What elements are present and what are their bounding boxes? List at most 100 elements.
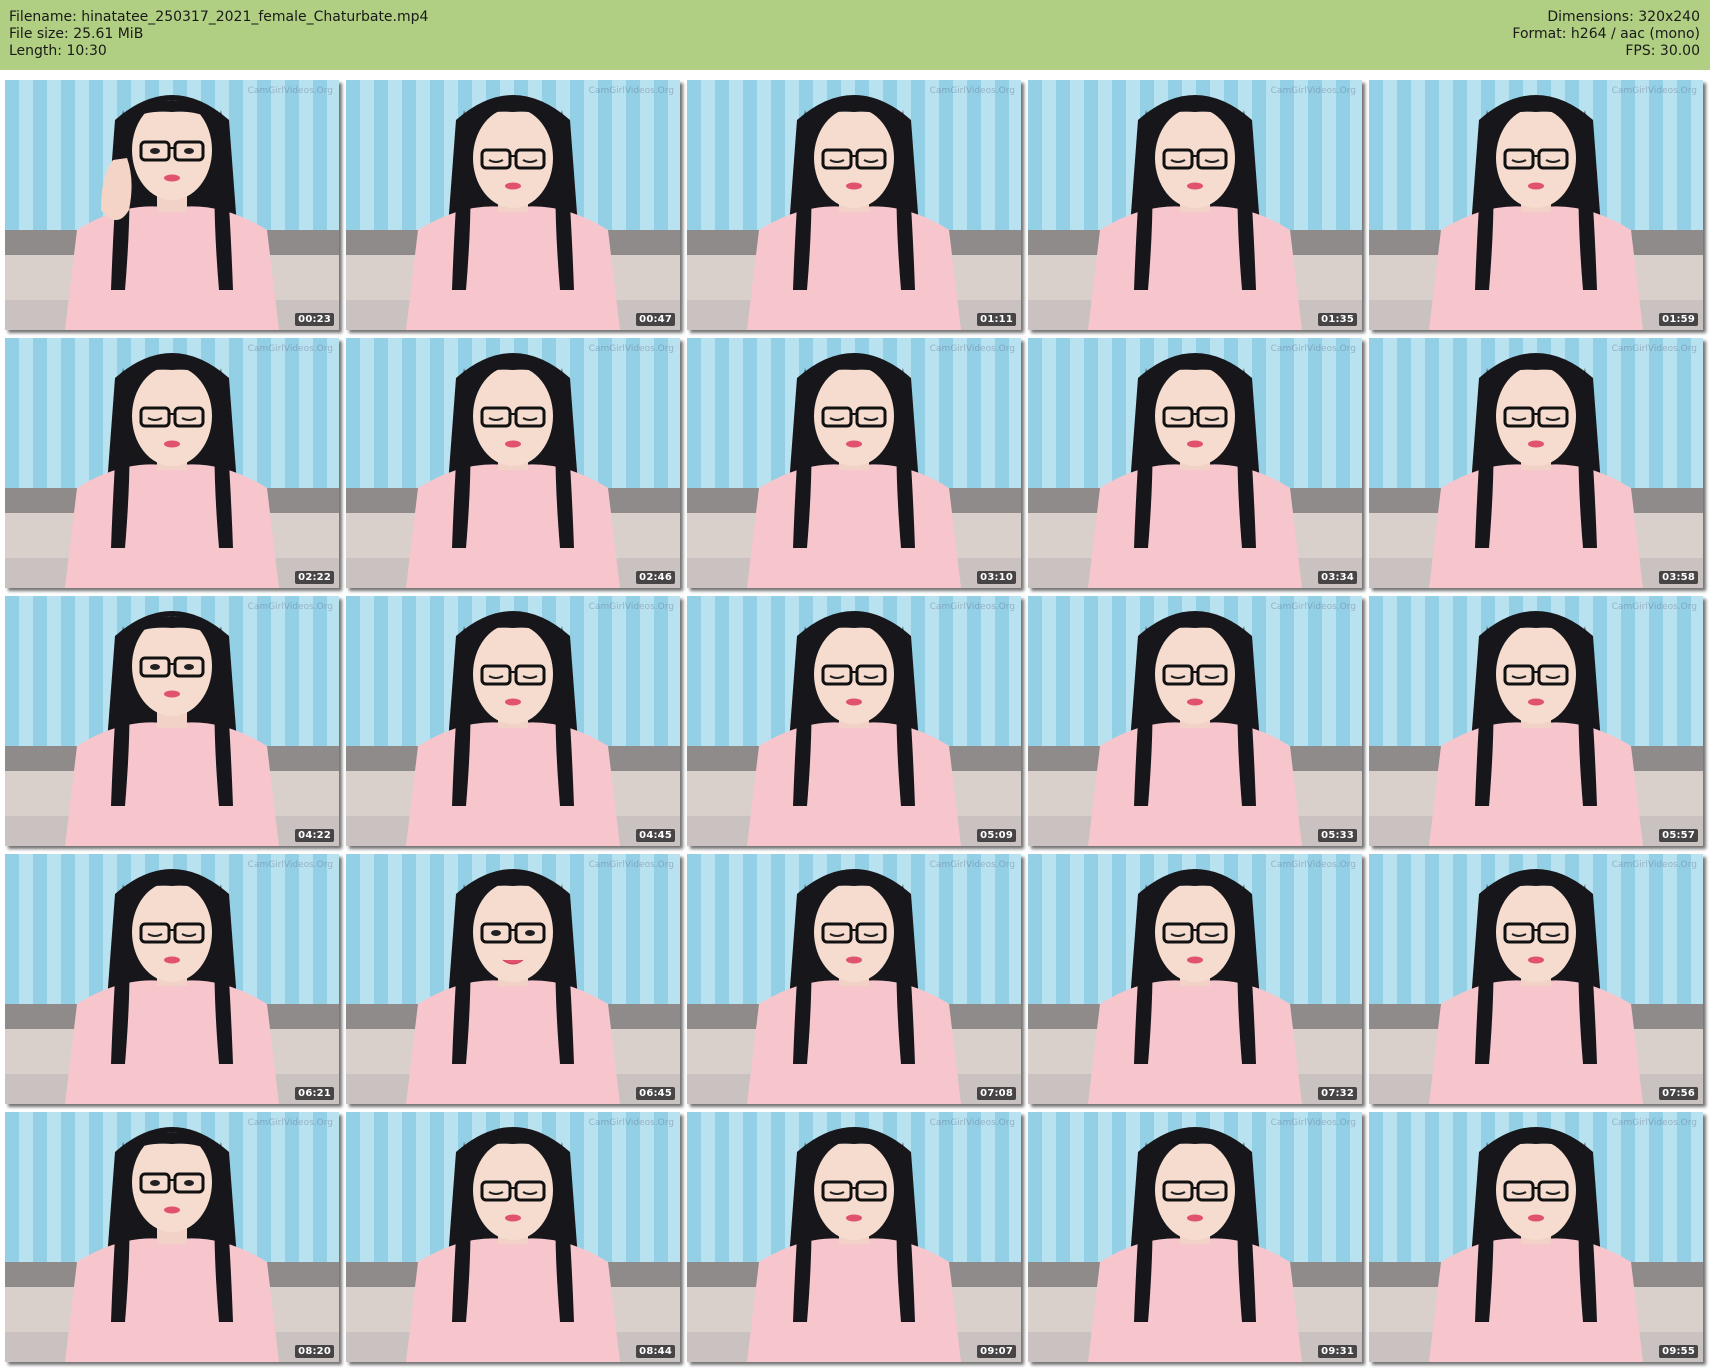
frame-scene — [1369, 1112, 1703, 1362]
timestamp-label: 08:20 — [295, 1345, 334, 1358]
format-text: Format: h264 / aac (mono) — [1512, 26, 1700, 42]
timestamp-label: 08:44 — [636, 1345, 675, 1358]
watermark-text: CamGirlVideos.Org — [929, 1118, 1015, 1128]
timestamp-label: 09:07 — [977, 1345, 1016, 1358]
watermark-text: CamGirlVideos.Org — [1611, 860, 1697, 870]
timestamp-label: 05:09 — [977, 829, 1016, 842]
frame-scene — [1369, 596, 1703, 846]
watermark-text: CamGirlVideos.Org — [588, 1118, 674, 1128]
video-thumbnail: CamGirlVideos.Org 07:56 — [1369, 854, 1703, 1104]
length-text: Length: 10:30 — [9, 43, 107, 59]
video-thumbnail: CamGirlVideos.Org 02:22 — [5, 338, 339, 588]
frame-scene — [5, 80, 339, 330]
frame-scene — [1028, 80, 1362, 330]
watermark-text: CamGirlVideos.Org — [247, 860, 333, 870]
video-thumbnail: CamGirlVideos.Org 00:47 — [346, 80, 680, 330]
watermark-text: CamGirlVideos.Org — [929, 86, 1015, 96]
watermark-text: CamGirlVideos.Org — [1270, 86, 1356, 96]
timestamp-label: 09:55 — [1659, 1345, 1698, 1358]
timestamp-label: 02:22 — [295, 571, 334, 584]
frame-scene — [346, 854, 680, 1104]
frame-scene — [5, 1112, 339, 1362]
video-thumbnail: CamGirlVideos.Org 08:20 — [5, 1112, 339, 1362]
video-thumbnail: CamGirlVideos.Org 06:45 — [346, 854, 680, 1104]
video-thumbnail: CamGirlVideos.Org 07:32 — [1028, 854, 1362, 1104]
video-thumbnail: CamGirlVideos.Org 09:31 — [1028, 1112, 1362, 1362]
watermark-text: CamGirlVideos.Org — [588, 602, 674, 612]
watermark-text: CamGirlVideos.Org — [247, 344, 333, 354]
media-info: Dimensions: 320x240 Format: h264 / aac (… — [1512, 9, 1700, 60]
timestamp-label: 01:59 — [1659, 313, 1698, 326]
timestamp-label: 03:34 — [1318, 571, 1357, 584]
timestamp-label: 04:22 — [295, 829, 334, 842]
timestamp-label: 06:45 — [636, 1087, 675, 1100]
frame-scene — [1369, 80, 1703, 330]
video-thumbnail: CamGirlVideos.Org 03:10 — [687, 338, 1021, 588]
filesize-text: File size: 25.61 MiB — [9, 26, 144, 42]
frame-scene — [687, 854, 1021, 1104]
video-thumbnail: CamGirlVideos.Org 00:23 — [5, 80, 339, 330]
watermark-text: CamGirlVideos.Org — [929, 602, 1015, 612]
thumbnail-grid: CamGirlVideos.Org 00:23 CamGirlVideos.Org 0… — [0, 80, 1710, 1370]
timestamp-label: 07:08 — [977, 1087, 1016, 1100]
watermark-text: CamGirlVideos.Org — [1270, 860, 1356, 870]
timestamp-label: 01:11 — [977, 313, 1016, 326]
timestamp-label: 03:10 — [977, 571, 1016, 584]
frame-scene — [5, 596, 339, 846]
video-thumbnail: CamGirlVideos.Org 08:44 — [346, 1112, 680, 1362]
video-thumbnail: CamGirlVideos.Org 06:21 — [5, 854, 339, 1104]
video-thumbnail: CamGirlVideos.Org 03:34 — [1028, 338, 1362, 588]
watermark-text: CamGirlVideos.Org — [1270, 602, 1356, 612]
frame-scene — [5, 338, 339, 588]
timestamp-label: 07:32 — [1318, 1087, 1357, 1100]
video-thumbnail: CamGirlVideos.Org 01:59 — [1369, 80, 1703, 330]
frame-scene — [687, 1112, 1021, 1362]
frame-scene — [346, 1112, 680, 1362]
frame-scene — [346, 80, 680, 330]
frame-scene — [5, 854, 339, 1104]
timestamp-label: 07:56 — [1659, 1087, 1698, 1100]
video-thumbnail: CamGirlVideos.Org 09:07 — [687, 1112, 1021, 1362]
video-thumbnail: CamGirlVideos.Org 07:08 — [687, 854, 1021, 1104]
timestamp-label: 03:58 — [1659, 571, 1698, 584]
timestamp-label: 06:21 — [295, 1087, 334, 1100]
watermark-text: CamGirlVideos.Org — [247, 1118, 333, 1128]
timestamp-label: 00:23 — [295, 313, 334, 326]
video-thumbnail: CamGirlVideos.Org 04:45 — [346, 596, 680, 846]
watermark-text: CamGirlVideos.Org — [1611, 602, 1697, 612]
video-thumbnail: CamGirlVideos.Org 01:11 — [687, 80, 1021, 330]
video-thumbnail: CamGirlVideos.Org 01:35 — [1028, 80, 1362, 330]
watermark-text: CamGirlVideos.Org — [1611, 1118, 1697, 1128]
frame-scene — [346, 596, 680, 846]
frame-scene — [687, 596, 1021, 846]
video-thumbnail: CamGirlVideos.Org 02:46 — [346, 338, 680, 588]
watermark-text: CamGirlVideos.Org — [247, 86, 333, 96]
video-thumbnail: CamGirlVideos.Org 09:55 — [1369, 1112, 1703, 1362]
watermark-text: CamGirlVideos.Org — [1611, 86, 1697, 96]
watermark-text: CamGirlVideos.Org — [1611, 344, 1697, 354]
frame-scene — [1028, 338, 1362, 588]
watermark-text: CamGirlVideos.Org — [588, 860, 674, 870]
watermark-text: CamGirlVideos.Org — [588, 344, 674, 354]
video-thumbnail: CamGirlVideos.Org 04:22 — [5, 596, 339, 846]
timestamp-label: 02:46 — [636, 571, 675, 584]
frame-scene — [1028, 854, 1362, 1104]
watermark-text: CamGirlVideos.Org — [247, 602, 333, 612]
frame-scene — [687, 338, 1021, 588]
video-thumbnail: CamGirlVideos.Org 03:58 — [1369, 338, 1703, 588]
frame-scene — [1369, 854, 1703, 1104]
frame-scene — [687, 80, 1021, 330]
video-thumbnail: CamGirlVideos.Org 05:57 — [1369, 596, 1703, 846]
info-header: Filename: hinatatee_250317_2021_female_C… — [0, 0, 1710, 70]
fps-text: FPS: 30.00 — [1625, 43, 1700, 59]
timestamp-label: 09:31 — [1318, 1345, 1357, 1358]
watermark-text: CamGirlVideos.Org — [929, 344, 1015, 354]
video-thumbnail: CamGirlVideos.Org 05:09 — [687, 596, 1021, 846]
timestamp-label: 05:33 — [1318, 829, 1357, 842]
watermark-text: CamGirlVideos.Org — [1270, 1118, 1356, 1128]
watermark-text: CamGirlVideos.Org — [588, 86, 674, 96]
frame-scene — [1028, 1112, 1362, 1362]
frame-scene — [1369, 338, 1703, 588]
frame-scene — [346, 338, 680, 588]
dimensions-text: Dimensions: 320x240 — [1547, 9, 1700, 25]
